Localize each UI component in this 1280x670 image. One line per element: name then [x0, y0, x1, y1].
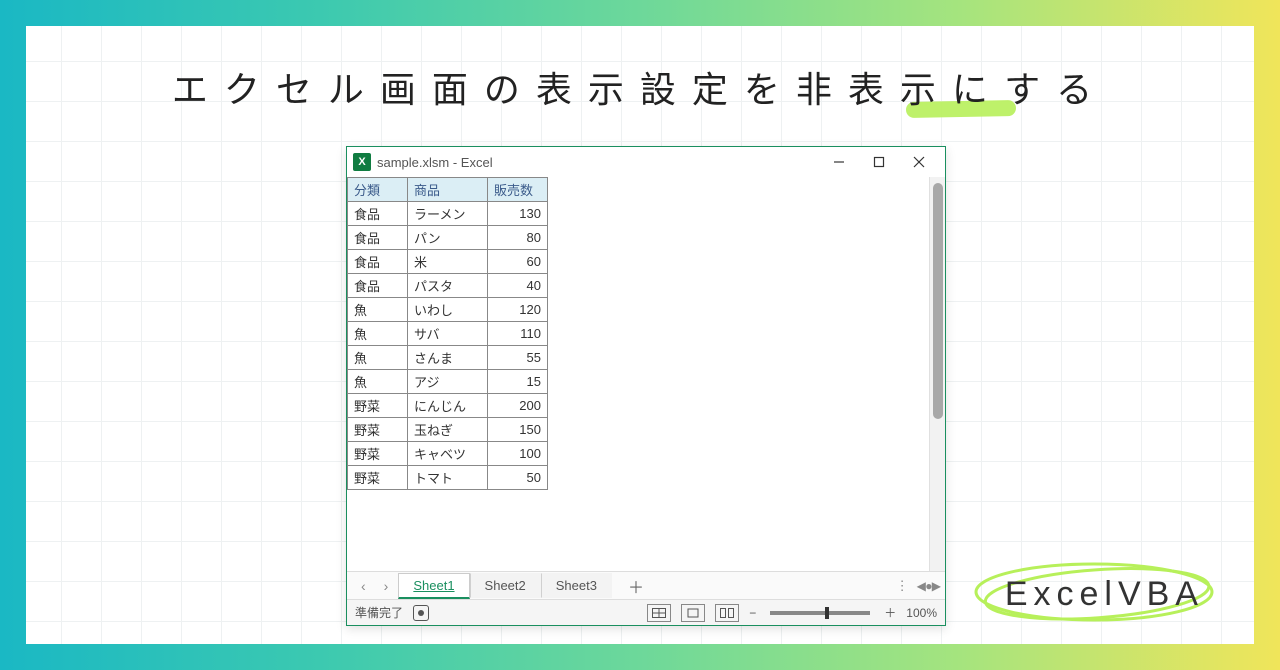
cell[interactable]: 魚 — [348, 322, 408, 346]
header-row: 分類 商品 販売数 — [348, 178, 548, 202]
cell[interactable]: 200 — [488, 394, 548, 418]
cell[interactable]: トマト — [408, 466, 488, 490]
cell[interactable]: 60 — [488, 250, 548, 274]
cell[interactable]: 食品 — [348, 274, 408, 298]
sheet-area: 分類 商品 販売数 食品ラーメン130食品パン80食品米60食品パスタ40魚いわ… — [347, 177, 945, 571]
table-row[interactable]: 野菜玉ねぎ150 — [348, 418, 548, 442]
cell[interactable]: ラーメン — [408, 202, 488, 226]
table-row[interactable]: 食品米60 — [348, 250, 548, 274]
cell[interactable]: 食品 — [348, 250, 408, 274]
cell[interactable]: サバ — [408, 322, 488, 346]
cell[interactable]: 150 — [488, 418, 548, 442]
tab-options-button[interactable]: ⋮ — [890, 578, 915, 594]
cell[interactable]: 食品 — [348, 226, 408, 250]
th-category[interactable]: 分類 — [348, 178, 408, 202]
table-row[interactable]: 野菜トマト50 — [348, 466, 548, 490]
cell[interactable]: 120 — [488, 298, 548, 322]
cell[interactable]: 野菜 — [348, 466, 408, 490]
table-row[interactable]: 食品パン80 — [348, 226, 548, 250]
zoom-slider-knob[interactable] — [825, 607, 829, 619]
cell[interactable]: 魚 — [348, 298, 408, 322]
cell[interactable]: 100 — [488, 442, 548, 466]
table-row[interactable]: 食品ラーメン130 — [348, 202, 548, 226]
cell[interactable]: 野菜 — [348, 442, 408, 466]
cell[interactable]: キャベツ — [408, 442, 488, 466]
cell[interactable]: 130 — [488, 202, 548, 226]
cell[interactable]: いわし — [408, 298, 488, 322]
vertical-scrollbar[interactable] — [929, 177, 945, 571]
table-row[interactable]: 魚サバ110 — [348, 322, 548, 346]
window-title: sample.xlsm - Excel — [377, 155, 493, 170]
view-normal-button[interactable] — [647, 604, 671, 622]
titlebar[interactable]: X sample.xlsm - Excel — [347, 147, 945, 177]
page-title: エクセル画面の表示設定を非表示にする — [26, 61, 1254, 113]
close-button[interactable] — [899, 148, 939, 176]
sheet-tab-sheet2[interactable]: Sheet2 — [470, 573, 541, 598]
cell[interactable]: パン — [408, 226, 488, 250]
macro-record-icon[interactable] — [413, 605, 429, 621]
cell[interactable]: 40 — [488, 274, 548, 298]
cell[interactable]: アジ — [408, 370, 488, 394]
data-table: 分類 商品 販売数 食品ラーメン130食品パン80食品米60食品パスタ40魚いわ… — [347, 177, 548, 490]
cell[interactable]: 魚 — [348, 346, 408, 370]
cell[interactable]: 50 — [488, 466, 548, 490]
zoom-out-button[interactable]: − — [749, 606, 756, 620]
excel-window: X sample.xlsm - Excel 分類 商品 — [346, 146, 946, 626]
excel-icon: X — [353, 153, 371, 171]
table-row[interactable]: 食品パスタ40 — [348, 274, 548, 298]
table-row[interactable]: 魚アジ15 — [348, 370, 548, 394]
zoom-percentage[interactable]: 100% — [906, 606, 937, 620]
table-row[interactable]: 魚いわし120 — [348, 298, 548, 322]
sheet-tab-sheet3[interactable]: Sheet3 — [541, 573, 612, 598]
cell[interactable]: 110 — [488, 322, 548, 346]
cell[interactable]: 野菜 — [348, 394, 408, 418]
zoom-in-button[interactable]: ＋ — [884, 604, 896, 621]
cell[interactable]: 野菜 — [348, 418, 408, 442]
cell[interactable]: さんま — [408, 346, 488, 370]
cell[interactable]: 15 — [488, 370, 548, 394]
scrollbar-thumb[interactable] — [933, 183, 943, 419]
status-bar: 準備完了 − ＋ 100% — [347, 599, 945, 625]
cell[interactable]: にんじん — [408, 394, 488, 418]
table-row[interactable]: 魚さんま55 — [348, 346, 548, 370]
tab-next-button[interactable]: › — [376, 578, 397, 594]
minimize-button[interactable] — [819, 148, 859, 176]
add-sheet-button[interactable]: ＋ — [614, 574, 658, 598]
sheet-tab-bar: ‹ › Sheet1Sheet2Sheet3 ＋ ⋮ ◀ ● ▶ — [347, 571, 945, 599]
cell[interactable]: パスタ — [408, 274, 488, 298]
horizontal-nav[interactable]: ◀ ● ▶ — [917, 579, 939, 593]
maximize-button[interactable] — [859, 148, 899, 176]
tab-prev-button[interactable]: ‹ — [353, 578, 374, 594]
cell[interactable]: 米 — [408, 250, 488, 274]
cell[interactable]: 80 — [488, 226, 548, 250]
zoom-slider[interactable] — [770, 611, 870, 615]
brand-logo-text: ExcelVBA — [1005, 575, 1204, 614]
view-pagebreak-button[interactable] — [715, 604, 739, 622]
table-row[interactable]: 野菜にんじん200 — [348, 394, 548, 418]
data-pane[interactable]: 分類 商品 販売数 食品ラーメン130食品パン80食品米60食品パスタ40魚いわ… — [347, 177, 929, 571]
status-ready: 準備完了 — [355, 604, 403, 621]
sheet-tab-sheet1[interactable]: Sheet1 — [398, 573, 469, 599]
table-row[interactable]: 野菜キャベツ100 — [348, 442, 548, 466]
cell[interactable]: 玉ねぎ — [408, 418, 488, 442]
cell[interactable]: 55 — [488, 346, 548, 370]
cell[interactable]: 魚 — [348, 370, 408, 394]
cell[interactable]: 食品 — [348, 202, 408, 226]
th-product[interactable]: 商品 — [408, 178, 488, 202]
th-qty[interactable]: 販売数 — [488, 178, 548, 202]
view-pagelayout-button[interactable] — [681, 604, 705, 622]
